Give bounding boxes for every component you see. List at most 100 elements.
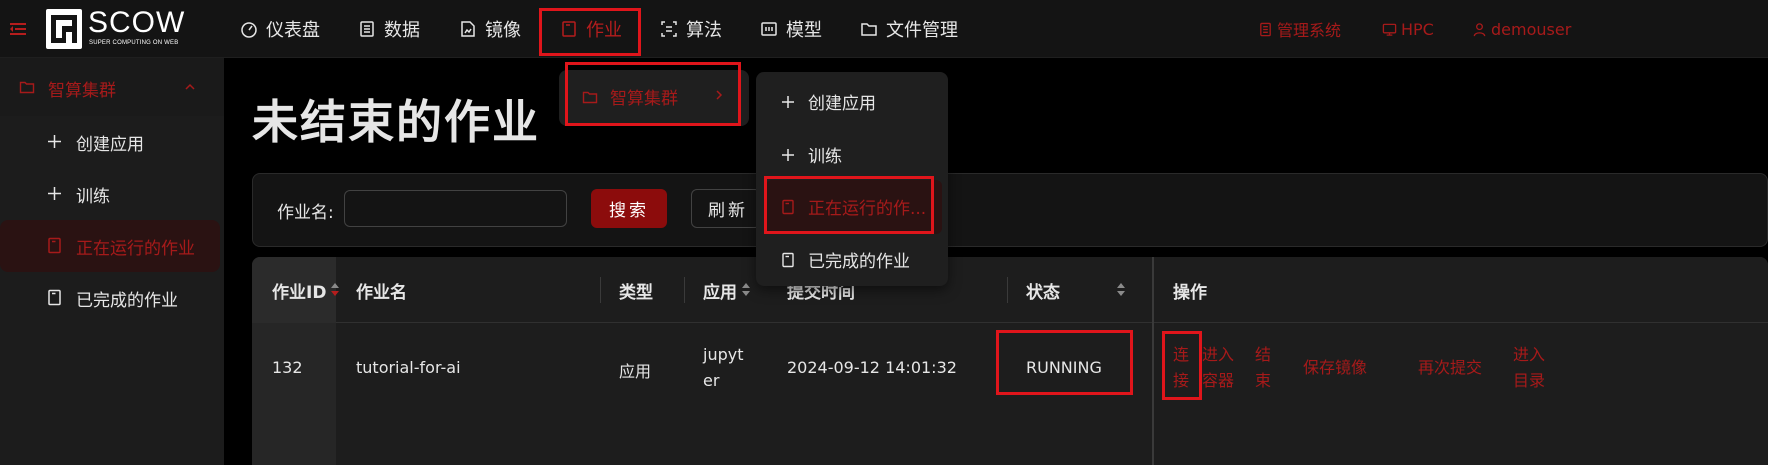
- search-button[interactable]: 搜索: [591, 189, 667, 228]
- page-title: 未结束的作业: [252, 95, 540, 149]
- job-file-icon: [782, 252, 794, 267]
- job-name-input[interactable]: [344, 190, 567, 227]
- algorithm-icon: [661, 21, 677, 37]
- column-header-type: 类型: [619, 257, 653, 323]
- sort-icon: [741, 282, 751, 298]
- plus-icon: [782, 148, 794, 161]
- nav-label: 文件管理: [886, 20, 958, 41]
- cell-status: RUNNING: [1026, 358, 1102, 377]
- plus-icon: [48, 187, 61, 200]
- sidebar-item-label: 正在运行的作业: [76, 239, 195, 259]
- column-header-actions: 操作: [1173, 257, 1207, 323]
- menu-toggle-icon[interactable]: [8, 19, 28, 39]
- nav-data[interactable]: 数据: [358, 0, 420, 58]
- nav-admin-system[interactable]: 管理系统: [1258, 0, 1341, 58]
- action-text: 目录: [1513, 371, 1546, 390]
- chevron-up-icon: [185, 83, 195, 90]
- cell-job-id: 132: [272, 358, 303, 377]
- action-text: 接: [1173, 371, 1190, 390]
- column-divider: [684, 277, 685, 303]
- nav-label: 数据: [384, 20, 420, 41]
- brand-name: SCOW: [88, 6, 186, 39]
- job-name-label: 作业名:: [277, 203, 334, 223]
- nav-label: 作业: [586, 20, 622, 41]
- column-header-label: 类型: [619, 282, 653, 303]
- nav-label: 镜像: [485, 20, 521, 41]
- submenu-label: 已完成的作业: [808, 252, 910, 272]
- submenu-ai-cluster[interactable]: 智算集群: [582, 84, 678, 109]
- nav-hpc[interactable]: HPC: [1382, 0, 1434, 58]
- submenu-label: 智算集群: [610, 89, 678, 109]
- sidebar-item-label: 已完成的作业: [76, 291, 178, 311]
- sidebar: 智算集群 创建应用 训练 正在运行的作业 已完成的作业: [0, 58, 224, 465]
- enter-container-action[interactable]: 进入 容器: [1202, 342, 1234, 394]
- column-header-label: 作业名: [356, 282, 407, 303]
- nav-label: 模型: [786, 20, 822, 41]
- submenu-label: 创建应用: [808, 94, 876, 114]
- submenu-label: 训练: [808, 147, 842, 167]
- plus-icon: [782, 95, 794, 108]
- refresh-button[interactable]: 刷新: [691, 189, 761, 228]
- dashboard-icon: [241, 22, 257, 38]
- job-file-icon: [782, 199, 794, 214]
- sidebar-item-create-app[interactable]: 创建应用: [0, 116, 224, 168]
- end-job-action[interactable]: 结 束: [1255, 342, 1271, 394]
- sidebar-group-ai-cluster[interactable]: 智算集群: [0, 58, 224, 116]
- database-icon: [360, 21, 374, 37]
- column-header-app[interactable]: 应用: [703, 257, 751, 323]
- nav-right-label: 管理系统: [1277, 21, 1342, 40]
- column-header-id[interactable]: 作业ID: [272, 257, 340, 323]
- action-text: 进入: [1202, 345, 1235, 364]
- cell-job-name: tutorial-for-ai: [356, 358, 461, 377]
- nav-dashboard[interactable]: 仪表盘: [240, 0, 320, 58]
- save-image-action[interactable]: 保存镜像: [1303, 355, 1367, 381]
- action-text: 容器: [1202, 371, 1235, 390]
- plus-icon: [48, 135, 61, 148]
- submenu-running-jobs[interactable]: 正在运行的作...: [780, 194, 926, 219]
- column-divider: [1007, 277, 1008, 303]
- user-icon: [1473, 22, 1486, 36]
- sidebar-item-finished-jobs[interactable]: 已完成的作业: [0, 272, 224, 324]
- submenu-create-app[interactable]: 创建应用: [780, 89, 876, 114]
- submenu-train[interactable]: 训练: [780, 142, 842, 167]
- nav-label: 仪表盘: [266, 20, 320, 41]
- submenu-finished-jobs[interactable]: 已完成的作业: [780, 247, 910, 272]
- resubmit-action[interactable]: 再次提交: [1418, 355, 1482, 381]
- sort-icon: [330, 282, 340, 298]
- table-header: 作业ID 作业名 类型 应用 提交时间 状态 操作: [252, 257, 1768, 323]
- job-file-icon: [48, 289, 61, 306]
- scow-logo-icon[interactable]: [46, 9, 82, 49]
- cell-app-line2: er: [703, 371, 720, 390]
- job-file-icon: [48, 237, 61, 254]
- column-header-label: 状态: [1026, 282, 1060, 303]
- folder-icon: [19, 81, 35, 94]
- folder-icon: [582, 91, 598, 103]
- sidebar-item-label: 创建应用: [76, 135, 144, 155]
- nav-image[interactable]: 镜像: [459, 0, 521, 58]
- nav-label: 算法: [686, 20, 722, 41]
- sidebar-item-running-jobs[interactable]: 正在运行的作业: [0, 220, 220, 272]
- action-text: 束: [1255, 371, 1272, 390]
- enter-directory-action[interactable]: 进入 目录: [1513, 342, 1545, 394]
- nav-model[interactable]: 模型: [760, 0, 822, 58]
- sidebar-item-train[interactable]: 训练: [0, 168, 224, 220]
- column-header-name: 作业名: [356, 257, 407, 323]
- cell-app-line1: jupyt: [703, 345, 744, 364]
- sort-icon: [1116, 282, 1126, 298]
- jobs-table: 作业ID 作业名 类型 应用 提交时间 状态 操作 132 tutorial-f…: [252, 257, 1768, 465]
- nav-file-manager[interactable]: 文件管理: [860, 0, 958, 58]
- nav-right-label: demouser: [1491, 19, 1572, 39]
- action-text: 进入: [1513, 345, 1546, 364]
- nav-user-menu[interactable]: demouser: [1472, 0, 1571, 58]
- nav-algorithm[interactable]: 算法: [660, 0, 722, 58]
- image-file-icon: [461, 21, 475, 37]
- brand-tagline: SUPER COMPUTING ON WEB: [89, 40, 179, 46]
- column-header-status[interactable]: 状态: [1026, 257, 1126, 323]
- nav-jobs[interactable]: 作业: [560, 0, 622, 58]
- model-icon: [761, 22, 777, 36]
- submenu-label: 正在运行的作...: [808, 199, 927, 219]
- cell-job-type: 应用: [619, 362, 652, 381]
- fixed-column-divider: [1152, 257, 1154, 465]
- job-file-icon: [562, 21, 576, 37]
- connect-action[interactable]: 连 接: [1173, 342, 1189, 394]
